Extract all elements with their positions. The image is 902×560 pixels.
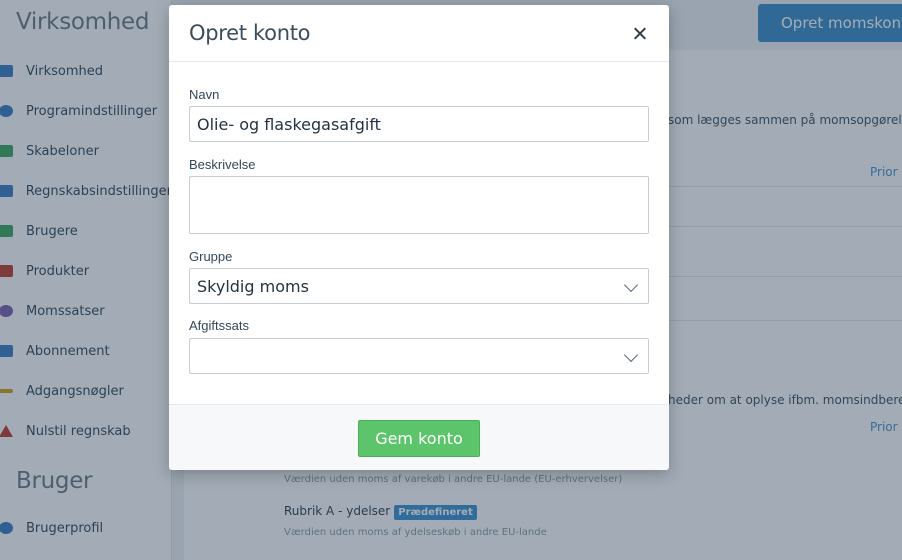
create-account-dialog: Opret konto Navn Olie- og flaskegasafgif… — [169, 5, 669, 470]
save-account-button[interactable]: Gem konto — [358, 420, 480, 457]
dialog-header: Opret konto — [169, 5, 669, 62]
group-select[interactable]: Skyldig moms — [189, 268, 649, 304]
chevron-down-icon — [623, 277, 639, 293]
group-label: Gruppe — [189, 249, 233, 264]
name-field-value: Olie- og flaskegasafgift — [197, 114, 381, 134]
rate-select[interactable] — [189, 338, 649, 374]
dialog-footer: Gem konto — [169, 404, 669, 470]
chevron-down-icon — [623, 347, 639, 363]
rate-label: Afgiftssats — [189, 318, 249, 333]
close-icon[interactable] — [630, 24, 650, 44]
name-field[interactable]: Olie- og flaskegasafgift — [189, 106, 649, 142]
group-select-value: Skyldig moms — [197, 276, 309, 296]
description-field[interactable] — [189, 176, 649, 234]
name-label: Navn — [189, 87, 220, 102]
description-label: Beskrivelse — [189, 157, 256, 172]
dialog-title: Opret konto — [189, 21, 311, 45]
